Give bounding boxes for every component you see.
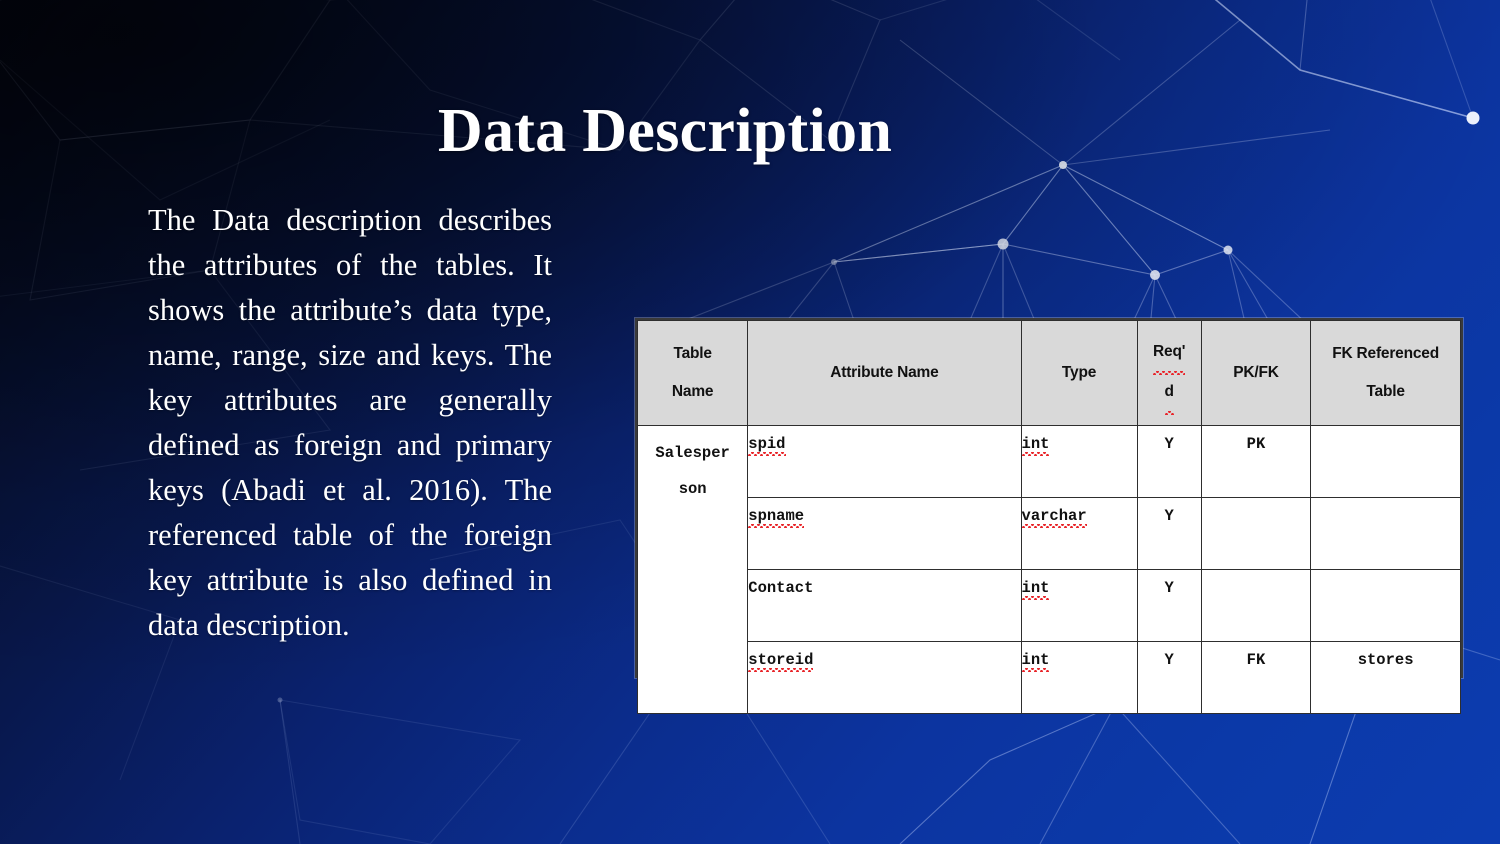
column-header-pk-fk-label: PK/FK <box>1233 364 1279 382</box>
cell-type: int <box>1020 425 1138 498</box>
cell-table-name-line1: Salesper <box>655 444 730 462</box>
cell-attribute-text: storeid <box>748 651 814 672</box>
cell-attribute-text: spname <box>748 507 805 528</box>
cell-pk-fk: PK <box>1200 425 1312 498</box>
column-header-pk-fk: PK/FK <box>1200 320 1312 426</box>
body-paragraph: The Data description describes the attri… <box>148 203 552 642</box>
cell-type-text: int <box>1021 651 1050 672</box>
table-row: spname varchar Y <box>638 497 1461 570</box>
column-header-required-line1: Req' <box>1153 333 1185 375</box>
cell-attribute: spname <box>747 497 1022 570</box>
table-row: Contact int Y <box>638 569 1461 642</box>
cell-fk-referenced-table <box>1310 425 1461 498</box>
column-header-table-name-line2: Name <box>671 383 714 400</box>
cell-required: Y <box>1136 497 1202 570</box>
cell-type-text: int <box>1021 435 1050 456</box>
cell-fk-referenced-table: stores <box>1310 641 1461 714</box>
cell-required: Y <box>1136 641 1202 714</box>
cell-fk-referenced-table <box>1310 497 1461 570</box>
cell-attribute: spid <box>747 425 1022 498</box>
cell-type-text: int <box>1021 579 1050 600</box>
column-header-table-name: Table Name <box>636 320 749 426</box>
column-header-fk-referenced-line2: Table <box>1366 383 1405 400</box>
cell-type: varchar <box>1020 497 1138 570</box>
column-header-attribute-name-label: Attribute Name <box>830 364 939 382</box>
cell-attribute: storeid <box>747 641 1022 714</box>
slide: Data Description The Data description de… <box>0 0 1500 844</box>
cell-type: int <box>1020 569 1138 642</box>
cell-fk-referenced-table <box>1310 569 1461 642</box>
cell-required: Y <box>1136 569 1202 642</box>
table-row: storeid int Y FK stores <box>638 641 1461 714</box>
cell-table-name: Salesper son <box>636 425 749 714</box>
cell-attribute-text: spid <box>748 435 786 456</box>
cell-attribute: Contact <box>747 569 1022 642</box>
page-title: Data Description <box>437 97 893 165</box>
column-header-attribute-name: Attribute Name <box>747 320 1022 426</box>
column-header-required-line2: d <box>1164 373 1175 415</box>
cell-type-text: varchar <box>1021 507 1087 528</box>
column-header-type-label: Type <box>1061 364 1097 382</box>
cell-type: int <box>1020 641 1138 714</box>
cell-pk-fk <box>1200 569 1312 642</box>
table-row: Salesper son spid int Y PK <box>636 425 1461 714</box>
cell-required: Y <box>1136 425 1202 498</box>
table-header-row: Table Name Attribute Name Type Req' d PK <box>636 320 1461 426</box>
column-header-type: Type <box>1020 320 1138 426</box>
column-header-fk-referenced-table: FK Referenced Table <box>1310 320 1461 426</box>
data-description-table: Table Name Attribute Name Type Req' d PK <box>635 318 1463 714</box>
cell-pk-fk: FK <box>1200 641 1312 714</box>
column-header-table-name-line1: Table <box>673 345 712 363</box>
cell-pk-fk <box>1200 497 1312 570</box>
column-header-fk-referenced-line1: FK Referenced <box>1332 345 1439 363</box>
cell-table-name-line2: son <box>678 480 707 499</box>
column-header-required: Req' d <box>1136 320 1202 426</box>
cell-attribute-text: Contact <box>748 579 814 597</box>
